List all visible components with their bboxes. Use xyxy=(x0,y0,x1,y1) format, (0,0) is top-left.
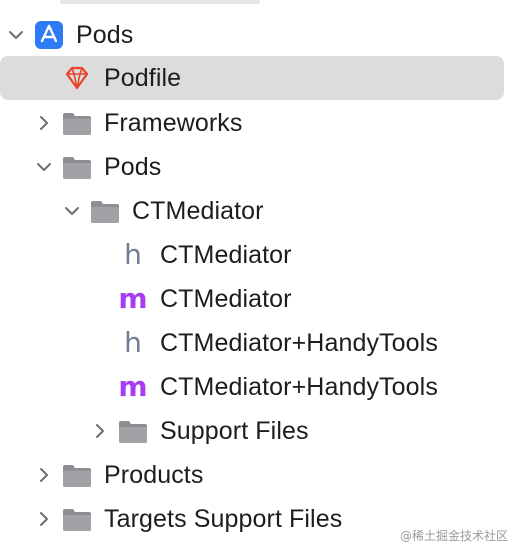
tree-label: CTMediator xyxy=(160,285,292,313)
tree-label: Pods xyxy=(104,153,162,181)
tree-row-ctmediator-h[interactable]: h CTMediator xyxy=(0,235,520,275)
tree-label: Support Files xyxy=(160,417,309,445)
tree-label: Products xyxy=(104,461,204,489)
tree-label: Targets Support Files xyxy=(104,505,343,533)
scrolled-row-fragment xyxy=(60,0,260,4)
tree-row-handytools-h[interactable]: h CTMediator+HandyTools xyxy=(0,323,520,363)
tree-row-handytools-m[interactable]: m CTMediator+HandyTools xyxy=(0,367,520,407)
chevron-down-icon[interactable] xyxy=(64,203,80,219)
tree-row-pods-group[interactable]: Pods xyxy=(0,147,520,187)
header-file-icon: h xyxy=(124,238,142,271)
tree-label: CTMediator xyxy=(160,241,292,269)
chevron-right-icon[interactable] xyxy=(36,467,52,483)
folder-icon xyxy=(62,504,92,534)
project-navigator: Pods Podfile Frameworks Pods CTMediator … xyxy=(0,0,520,558)
watermark: @稀土掘金技术社区 xyxy=(399,529,508,543)
chevron-down-icon[interactable] xyxy=(36,159,52,175)
tree-row-products[interactable]: Products xyxy=(0,455,520,495)
ruby-icon xyxy=(62,63,92,93)
tree-row-ctmediator-group[interactable]: CTMediator xyxy=(0,191,520,231)
tree-row-podfile[interactable]: Podfile xyxy=(0,56,520,100)
folder-icon xyxy=(62,152,92,182)
tree-label: Frameworks xyxy=(104,109,243,137)
tree-label: CTMediator+HandyTools xyxy=(160,329,438,357)
tree-row-frameworks[interactable]: Frameworks xyxy=(0,103,520,143)
folder-icon xyxy=(118,416,148,446)
chevron-right-icon[interactable] xyxy=(36,511,52,527)
tree-row-ctmediator-m[interactable]: m CTMediator xyxy=(0,279,520,319)
chevron-down-icon[interactable] xyxy=(8,27,24,43)
tree-row-support-files[interactable]: Support Files xyxy=(0,411,520,451)
tree-row-pods-project[interactable]: Pods xyxy=(0,15,520,55)
tree-label: CTMediator xyxy=(132,197,264,225)
folder-icon xyxy=(62,460,92,490)
folder-icon xyxy=(90,196,120,226)
tree-label: Podfile xyxy=(104,64,182,92)
objc-source-file-icon: m xyxy=(118,282,148,315)
folder-icon xyxy=(62,108,92,138)
chevron-right-icon[interactable] xyxy=(92,423,108,439)
chevron-right-icon[interactable] xyxy=(36,115,52,131)
tree-label: Pods xyxy=(76,21,134,49)
objc-source-file-icon: m xyxy=(118,370,148,403)
app-store-icon xyxy=(34,20,64,50)
tree-label: CTMediator+HandyTools xyxy=(160,373,438,401)
header-file-icon: h xyxy=(124,326,142,359)
